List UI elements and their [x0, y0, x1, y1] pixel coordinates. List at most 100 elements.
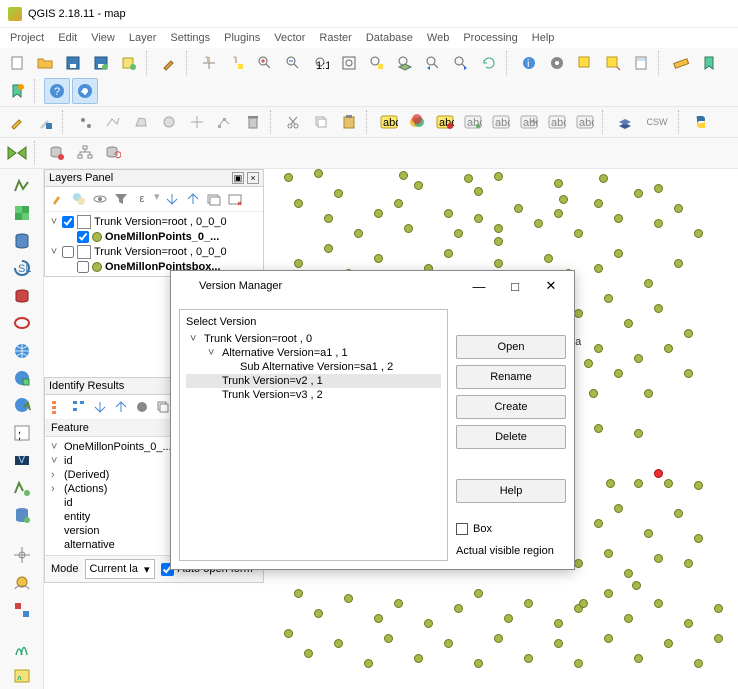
refresh-button[interactable] [476, 50, 502, 76]
version-tree[interactable]: ˅Trunk Version=root , 0˅Alternative Vers… [186, 332, 441, 402]
help-button[interactable]: ? [44, 78, 70, 104]
menu-processing[interactable]: Processing [463, 32, 517, 44]
db-filter-button[interactable] [44, 140, 70, 166]
layer-eye-button[interactable] [91, 190, 109, 208]
close-button[interactable]: ✕ [536, 274, 566, 298]
paint-button[interactable] [156, 50, 182, 76]
add-point-button[interactable] [72, 109, 98, 135]
create-button[interactable]: Create [456, 395, 566, 419]
layer-funnel-button[interactable] [112, 190, 130, 208]
box-checkbox[interactable]: Box [456, 523, 566, 535]
menu-raster[interactable]: Raster [319, 32, 351, 44]
deselect-button[interactable] [600, 50, 626, 76]
menu-layer[interactable]: Layer [129, 32, 157, 44]
identify-root[interactable]: OneMillonPoints_0_... [64, 441, 172, 453]
save-as-button[interactable] [88, 50, 114, 76]
identify-tree-button[interactable] [49, 398, 67, 416]
wfs-layer-button[interactable] [9, 393, 35, 418]
edit-toggle-button[interactable] [4, 109, 30, 135]
add-polygon-button[interactable] [128, 109, 154, 135]
action-button[interactable] [544, 50, 570, 76]
dialog-titlebar[interactable]: Version Manager — □ ✕ [171, 271, 574, 301]
python-console-button[interactable] [688, 109, 714, 135]
mssql-layer-button[interactable] [9, 283, 35, 308]
add-circle-button[interactable] [156, 109, 182, 135]
zoom-last-button[interactable] [420, 50, 446, 76]
postgis-layer-button[interactable] [9, 228, 35, 253]
tree-tool-button[interactable] [72, 140, 98, 166]
layer-group[interactable]: ˅Trunk Version=root , 0_0_0 [49, 244, 259, 260]
layer-expand-button[interactable] [163, 190, 181, 208]
bowtie-button[interactable] [4, 140, 30, 166]
wms-layer-button[interactable] [9, 338, 35, 363]
measure-button[interactable] [668, 50, 694, 76]
add-line-button[interactable] [100, 109, 126, 135]
bookmark-button[interactable] [696, 50, 722, 76]
pan-button[interactable] [196, 50, 222, 76]
new-layer-button[interactable] [116, 50, 142, 76]
wcs-layer-button[interactable] [9, 365, 35, 390]
label-show-button[interactable]: abc [488, 109, 514, 135]
zoom-native-button[interactable]: 1:1 [308, 50, 334, 76]
delete-selected-button[interactable] [240, 109, 266, 135]
label-highlight-button[interactable]: abc [432, 109, 458, 135]
label-pin-button[interactable]: abc [460, 109, 486, 135]
save-edits-button[interactable] [32, 109, 58, 135]
minimize-button[interactable]: — [464, 274, 494, 298]
paste-button[interactable] [336, 109, 362, 135]
label-style-button[interactable] [404, 109, 430, 135]
identify-button[interactable]: i [516, 50, 542, 76]
layer-remove-button[interactable] [226, 190, 244, 208]
pan-selection-button[interactable] [224, 50, 250, 76]
label-yellow-button[interactable]: abc [376, 109, 402, 135]
csw-client-button[interactable] [612, 109, 638, 135]
info-button[interactable] [72, 78, 98, 104]
virtual-layer-button[interactable]: V [9, 448, 35, 473]
identify-expand-button[interactable] [91, 398, 109, 416]
save-button[interactable] [60, 50, 86, 76]
maximize-button[interactable]: □ [500, 274, 530, 298]
layer-group[interactable]: ˅Trunk Version=root , 0_0_0 [49, 214, 259, 230]
version-row[interactable]: Trunk Version=v3 , 2 [186, 388, 441, 402]
version-row[interactable]: ˅Alternative Version=a1 , 1 [186, 346, 441, 360]
new-shapefile-button[interactable] [9, 475, 35, 500]
grass-tools-button[interactable] [9, 664, 35, 689]
menu-plugins[interactable]: Plugins [224, 32, 260, 44]
identify-id[interactable]: id [64, 455, 73, 467]
menu-web[interactable]: Web [427, 32, 449, 44]
help-button[interactable]: Help [456, 479, 566, 503]
panel-close-button[interactable]: × [247, 172, 259, 184]
menu-view[interactable]: View [91, 32, 115, 44]
layer-style-button[interactable] [49, 190, 67, 208]
open-button[interactable]: Open [456, 335, 566, 359]
cut-button[interactable] [280, 109, 306, 135]
label-move-button[interactable]: abc [516, 109, 542, 135]
zoom-full-button[interactable] [336, 50, 362, 76]
menu-database[interactable]: Database [366, 32, 413, 44]
version-row[interactable]: Sub Alternative Version=sa1 , 2 [186, 360, 441, 374]
layer-expression-button[interactable]: ε [133, 190, 151, 208]
vector-layer-button[interactable] [9, 173, 35, 198]
identify-table-button[interactable] [70, 398, 88, 416]
panel-undock-button[interactable]: ▣ [232, 172, 244, 184]
select-features-button[interactable] [572, 50, 598, 76]
identify-field[interactable]: version [64, 525, 99, 537]
raster-layer-button[interactable] [9, 200, 35, 225]
label-rotate-button[interactable]: abc [544, 109, 570, 135]
gps-button[interactable] [9, 569, 35, 594]
layer-filter-button[interactable] [70, 190, 88, 208]
db-refresh-button[interactable] [100, 140, 126, 166]
menu-edit[interactable]: Edit [58, 32, 77, 44]
mode-combo[interactable]: Current la▾ [85, 559, 155, 579]
topology-button[interactable] [9, 597, 35, 622]
zoom-in-button[interactable] [252, 50, 278, 76]
zoom-layer-button[interactable] [392, 50, 418, 76]
zoom-out-button[interactable] [280, 50, 306, 76]
identify-field[interactable]: alternative [64, 539, 115, 551]
zoom-selection-button[interactable] [364, 50, 390, 76]
spatialite-layer-button[interactable]: SL [9, 255, 35, 280]
node-tool-button[interactable] [212, 109, 238, 135]
menu-help[interactable]: Help [532, 32, 555, 44]
identify-field[interactable]: entity [64, 511, 90, 523]
layer-collapse-button[interactable] [184, 190, 202, 208]
